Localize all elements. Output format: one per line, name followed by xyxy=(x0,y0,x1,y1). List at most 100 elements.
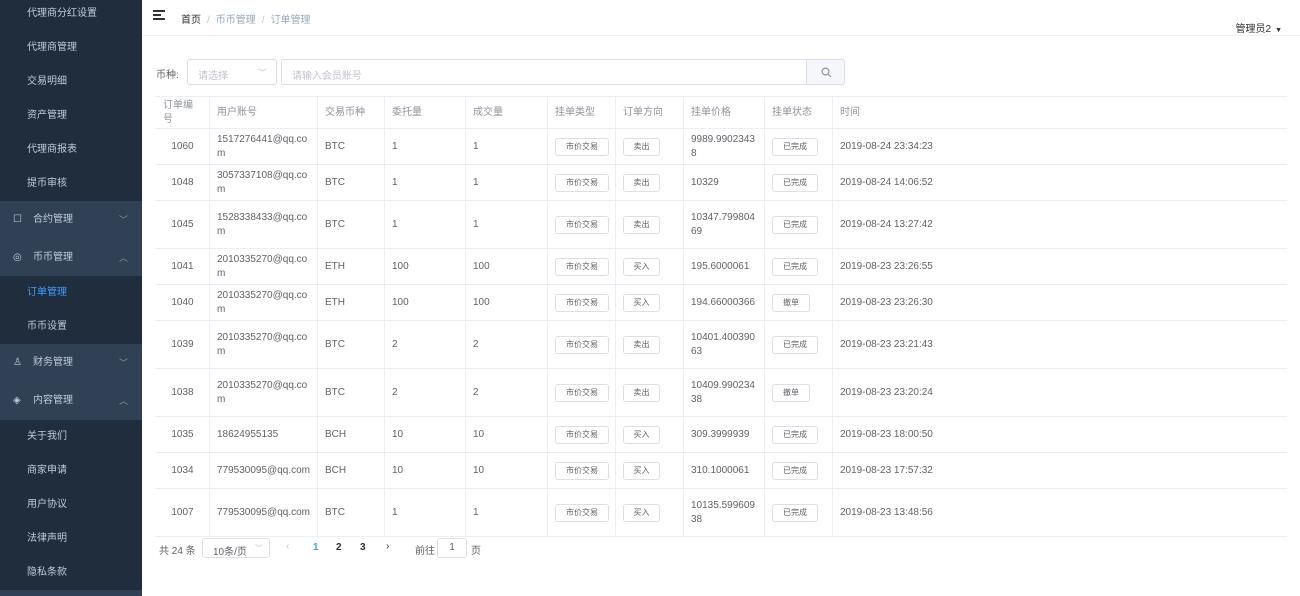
sidebar-item[interactable]: 代理商管理 xyxy=(0,31,142,65)
breadcrumb-home[interactable]: 首页 xyxy=(181,15,201,26)
table-row: 1041 2010335270@qq.com ETH 100 100 市价交易 买入 195.… xyxy=(156,249,1287,285)
table-row: 1007 779530095@qq.com BTC 1 1 市价交易 买入 10135.599… xyxy=(156,489,1287,537)
table-cell: 市价交易 xyxy=(548,129,616,165)
table-cell: 已完成 xyxy=(765,489,833,537)
table-cell: BCH xyxy=(318,417,385,453)
table-cell: 已完成 xyxy=(765,129,833,165)
sidebar-item[interactable]: ♙ 财务管理 ﹀ xyxy=(0,344,142,382)
sidebar-item[interactable]: 代理商报表 xyxy=(0,133,142,167)
sidebar-item[interactable]: 用户协议 xyxy=(0,488,142,522)
next-page-icon[interactable]: › xyxy=(386,541,389,552)
column-header: 时间 xyxy=(833,97,1287,129)
menu-toggle-icon[interactable] xyxy=(153,10,165,20)
sidebar-item[interactable]: 关于我们 xyxy=(0,420,142,454)
order-type-tag: 市价交易 xyxy=(555,384,609,402)
table-cell: 3057337108@qq.com xyxy=(210,165,318,201)
sidebar-item[interactable]: 交易明细 xyxy=(0,65,142,99)
orders-table: 订单编号 用户账号 交易币种 委托量 成交量 挂单类型 订单方向 挂单价格 挂单状态 时间 1060… xyxy=(156,96,1287,537)
table-cell: 2010335270@qq.com xyxy=(210,249,318,285)
order-status-tag: 已完成 xyxy=(772,258,818,276)
order-direction-tag: 卖出 xyxy=(623,384,660,402)
cell-entrust: 1 xyxy=(392,141,398,152)
sidebar-item[interactable]: 商家申请 xyxy=(0,454,142,488)
search-input[interactable]: 请输入会员账号 xyxy=(281,59,808,85)
page-3[interactable]: 3 xyxy=(360,542,366,553)
sidebar: 代理商分红设置 代理商管理 交易明细 资产管理 代理商报表 提币审核 ☐ 合约管理 ﹀ ◎ 币币管理… xyxy=(0,0,142,596)
column-header-label: 订单方向 xyxy=(623,107,663,118)
table-cell: 10329 xyxy=(684,165,765,201)
sidebar-item[interactable]: 法律声明 xyxy=(0,522,142,556)
table-cell: 2019-08-23 23:26:30 xyxy=(833,285,1287,321)
sidebar-item[interactable]: 订单管理 xyxy=(0,276,142,310)
table-cell: 市价交易 xyxy=(548,453,616,489)
sidebar-item[interactable]: 隐私条款 xyxy=(0,556,142,590)
goto-page-input[interactable]: 1 xyxy=(437,538,467,558)
order-type-tag: 市价交易 xyxy=(555,336,609,354)
user-menu[interactable]: 管理员2 ▼ xyxy=(1236,20,1283,35)
cell-price: 10401.40039063 xyxy=(691,332,755,357)
cell-deal: 10 xyxy=(473,429,485,440)
table-cell: 1039 xyxy=(156,321,210,369)
table-cell: 2 xyxy=(385,321,466,369)
table-cell: 1 xyxy=(385,165,466,201)
sidebar-item[interactable]: 币币设置 xyxy=(0,310,142,344)
coin-select-placeholder: 请选择 xyxy=(198,71,228,82)
sidebar-item[interactable]: 资产管理 xyxy=(0,99,142,133)
cell-account: 1517276441@qq.com xyxy=(217,134,308,159)
sidebar-item-label: 订单管理 xyxy=(27,287,67,298)
cell-price: 9989.99023438 xyxy=(691,134,755,159)
cell-deal: 100 xyxy=(473,297,490,308)
sidebar-item[interactable]: 提币审核 xyxy=(0,167,142,201)
sidebar-item-label: 财务管理 xyxy=(33,357,73,368)
table-cell: 309.3999939 xyxy=(684,417,765,453)
order-direction-tag: 买入 xyxy=(623,294,660,312)
table-cell: 1048 xyxy=(156,165,210,201)
sidebar-item[interactable]: ☐ 合约管理 ﹀ xyxy=(0,201,142,239)
table-cell: 1034 xyxy=(156,453,210,489)
table-cell: ETH xyxy=(318,285,385,321)
sidebar-item[interactable]: ◈ 内容管理 ︿ xyxy=(0,382,142,420)
chevron-down-icon: ﹀ xyxy=(118,215,128,225)
order-type-tag: 市价交易 xyxy=(555,504,609,522)
prev-page-icon[interactable]: ‹ xyxy=(286,541,289,552)
order-type-tag: 市价交易 xyxy=(555,294,609,312)
chevron-down-icon: ﹀ xyxy=(255,544,263,553)
content-icon: ◈ xyxy=(13,395,21,406)
sidebar-item[interactable]: ◎ 币币管理 ︿ xyxy=(0,239,142,277)
sidebar-item[interactable]: 代理商分红设置 xyxy=(0,0,142,31)
search-button[interactable] xyxy=(806,59,845,85)
cell-entrust: 2 xyxy=(392,339,398,350)
table-cell: 10 xyxy=(385,417,466,453)
coin-select[interactable]: 请选择 ﹀ xyxy=(187,59,277,85)
table-cell: 18624955135 xyxy=(210,417,318,453)
page-size-select[interactable]: 10条/页 ﹀ xyxy=(202,538,270,558)
page-1[interactable]: 1 xyxy=(313,542,319,553)
order-direction-tag: 买入 xyxy=(623,462,660,480)
table-cell: BTC xyxy=(318,165,385,201)
cell-coin: BTC xyxy=(325,177,345,188)
table-cell: 100 xyxy=(466,249,548,285)
column-header-label: 成交量 xyxy=(473,107,503,118)
caret-down-icon: ▼ xyxy=(1275,27,1282,34)
sidebar-item-label: 用户协议 xyxy=(27,499,67,510)
table-cell: 2 xyxy=(466,369,548,417)
table-cell: 1035 xyxy=(156,417,210,453)
table-cell: 2019-08-23 13:48:56 xyxy=(833,489,1287,537)
table-cell: 已完成 xyxy=(765,417,833,453)
breadcrumb-coin[interactable]: 币币管理 xyxy=(216,15,256,26)
table-cell: BCH xyxy=(318,453,385,489)
page-2[interactable]: 2 xyxy=(336,542,342,553)
cell-coin: BCH xyxy=(325,465,347,476)
table-cell: 2 xyxy=(385,369,466,417)
cell-time: 2019-08-23 23:26:30 xyxy=(840,297,933,308)
cell-id: 1060 xyxy=(171,141,194,152)
table-cell: 市价交易 xyxy=(548,321,616,369)
table-cell: 1 xyxy=(466,165,548,201)
table-cell: 卖出 xyxy=(616,369,684,417)
cell-id: 1041 xyxy=(171,261,194,272)
table-cell: 310.1000061 xyxy=(684,453,765,489)
table-cell: 市价交易 xyxy=(548,165,616,201)
order-type-tag: 市价交易 xyxy=(555,462,609,480)
breadcrumb-order: 订单管理 xyxy=(270,15,311,26)
order-type-tag: 市价交易 xyxy=(555,216,609,234)
